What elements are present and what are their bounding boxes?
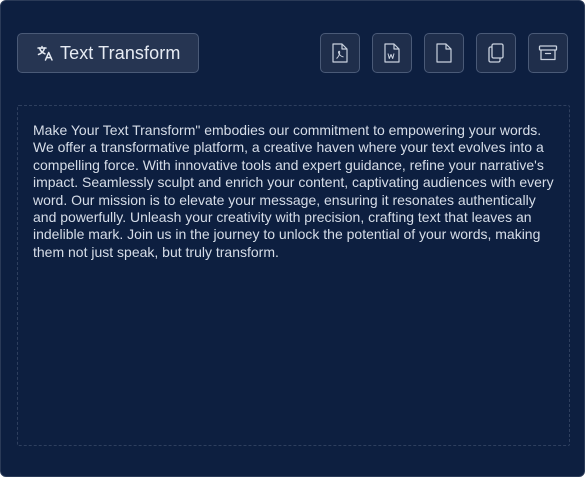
export-word-button[interactable] <box>372 33 412 73</box>
copy-button[interactable] <box>476 33 516 73</box>
text-transform-label: Text Transform <box>60 42 181 63</box>
new-document-button[interactable] <box>424 33 464 73</box>
copy-icon <box>487 43 505 63</box>
export-pdf-button[interactable] <box>320 33 360 73</box>
text-editor[interactable]: Make Your Text Transform" embodies our c… <box>17 105 570 446</box>
word-file-icon <box>384 43 400 63</box>
text-transform-button[interactable]: Text Transform <box>17 33 199 73</box>
archive-box-icon <box>538 44 558 62</box>
editor-text: Make Your Text Transform" embodies our c… <box>33 122 554 260</box>
translate-icon <box>36 44 54 62</box>
toolbar <box>320 33 568 73</box>
text-transform-card: Text Transform Make Your Text Transform"… <box>0 0 585 477</box>
blank-file-icon <box>436 43 452 63</box>
pdf-file-icon <box>332 43 348 63</box>
archive-button[interactable] <box>528 33 568 73</box>
